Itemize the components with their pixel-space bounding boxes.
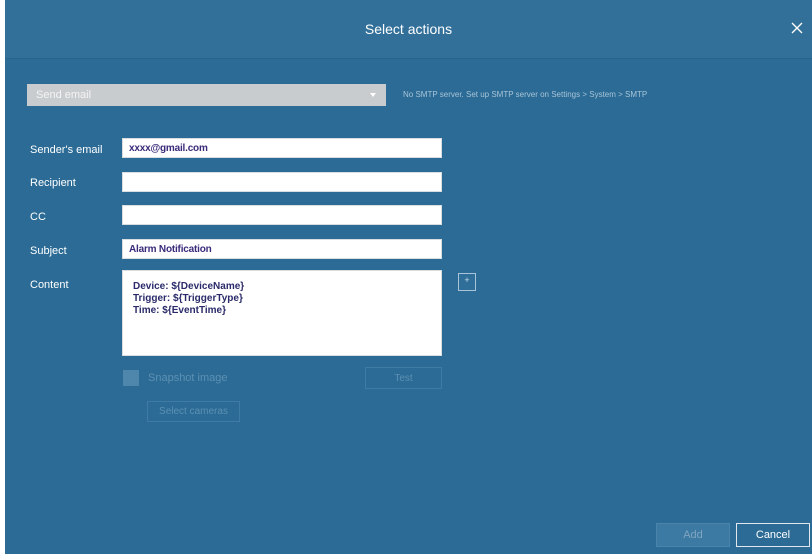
plus-icon: + xyxy=(464,275,470,285)
recipient-field[interactable] xyxy=(122,172,442,192)
content-line: Trigger: ${TriggerType} xyxy=(133,293,243,304)
chevron-down-icon xyxy=(370,93,376,97)
action-type-value: Send email xyxy=(36,89,92,101)
select-cameras-button[interactable]: Select cameras xyxy=(147,401,240,422)
add-button[interactable]: Add xyxy=(656,523,730,547)
dialog-titlebar: Select actions xyxy=(5,0,812,59)
snapshot-label: Snapshot image xyxy=(148,372,228,384)
action-type-select[interactable]: Send email xyxy=(27,84,386,106)
dialog-title: Select actions xyxy=(364,21,453,37)
content-line: Time: ${EventTime} xyxy=(133,305,227,316)
close-icon[interactable] xyxy=(788,19,806,37)
select-actions-dialog: Select actions Send email No SMTP server… xyxy=(5,0,812,554)
sender-email-label: Sender's email xyxy=(30,144,103,156)
cc-field[interactable] xyxy=(122,205,442,225)
content-label: Content xyxy=(30,279,69,291)
content-field[interactable]: Device: ${DeviceName} Trigger: ${Trigger… xyxy=(122,270,442,356)
test-button[interactable]: Test xyxy=(365,367,442,389)
sender-email-field[interactable]: xxxx@gmail.com xyxy=(122,138,442,158)
subject-label: Subject xyxy=(30,245,67,257)
subject-field[interactable]: Alarm Notification xyxy=(122,239,442,259)
cancel-button[interactable]: Cancel xyxy=(736,523,810,547)
insert-variable-button[interactable]: + xyxy=(458,273,476,291)
smtp-warning-note: No SMTP server. Set up SMTP server on Se… xyxy=(403,90,648,99)
cc-label: CC xyxy=(30,211,46,223)
content-line: Device: ${DeviceName} xyxy=(133,281,245,292)
snapshot-checkbox[interactable] xyxy=(123,370,139,386)
recipient-label: Recipient xyxy=(30,177,76,189)
